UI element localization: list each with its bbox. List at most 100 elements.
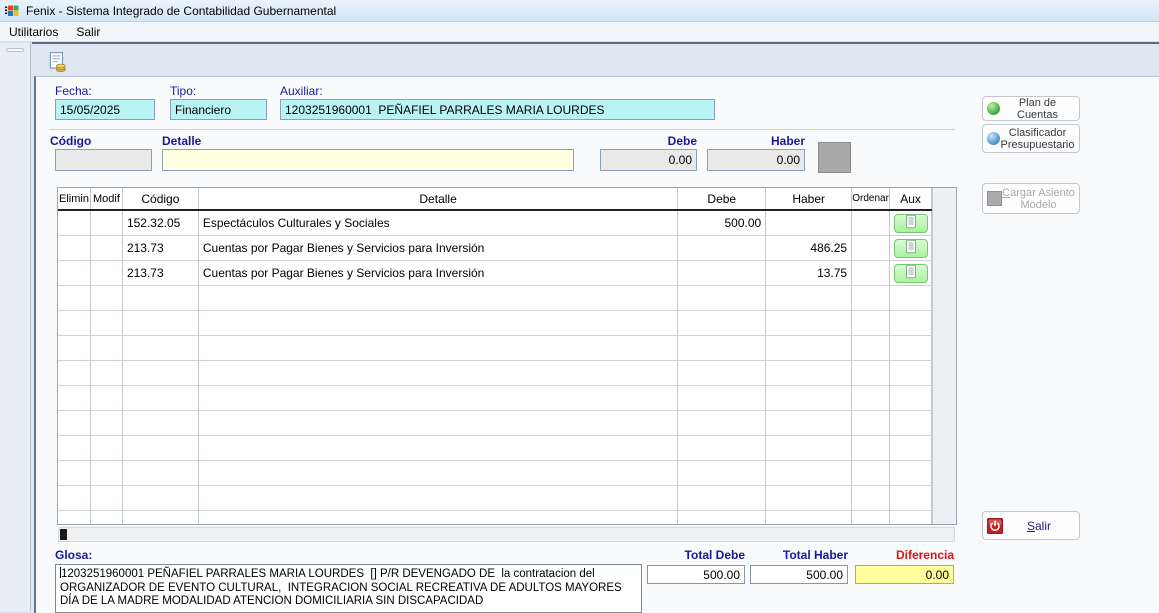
grid-horizontal-scrollbar[interactable]	[58, 527, 955, 542]
grid-cell-detalle: Cuentas por Pagar Bienes y Servicios par…	[199, 236, 678, 260]
green-sphere-icon	[987, 102, 1000, 115]
grid-cell-ordenar	[852, 286, 890, 310]
total-haber-field[interactable]	[750, 565, 848, 584]
grid-cell-haber	[766, 361, 852, 385]
aux-detail-button[interactable]	[894, 264, 928, 283]
grid-row-empty[interactable]	[58, 461, 932, 486]
grid-cell-debe	[678, 236, 766, 260]
grid-cell-modif	[91, 261, 123, 285]
grid-cell-codigo: 213.73	[123, 261, 199, 285]
salir-label: Salir	[1003, 520, 1075, 532]
grid-row-empty[interactable]	[58, 336, 932, 361]
fecha-label: Fecha:	[55, 84, 92, 98]
grid-cell-codigo: 152.32.05	[123, 211, 199, 235]
aux-doc-icon	[905, 239, 917, 257]
grid-cell-modif	[91, 386, 123, 410]
detalle-input[interactable]	[162, 149, 574, 171]
grid-header-debe[interactable]: Debe	[678, 188, 766, 209]
auxiliar-input[interactable]	[280, 99, 715, 120]
grid-cell-ordenar	[852, 236, 890, 260]
menu-bar: Utilitarios Salir	[0, 22, 1159, 42]
debe-input[interactable]	[600, 149, 697, 171]
grid-header-haber[interactable]: Haber	[766, 188, 852, 209]
haber-input[interactable]	[707, 149, 805, 171]
grid-cell-elimin	[58, 236, 91, 260]
grid-row[interactable]: 213.73Cuentas por Pagar Bienes y Servici…	[58, 236, 932, 261]
grid-cell-modif	[91, 286, 123, 310]
workspace: Fecha: Tipo: Auxiliar: Código Detalle De…	[0, 42, 1159, 611]
grid-cell-aux	[890, 236, 932, 260]
grid-cell-elimin	[58, 436, 91, 460]
grid-row-empty[interactable]	[58, 386, 932, 411]
mdi-client: Fecha: Tipo: Auxiliar: Código Detalle De…	[32, 42, 1159, 611]
grid-cell-haber	[766, 311, 852, 335]
menu-utilitarios[interactable]: Utilitarios	[0, 23, 67, 41]
diferencia-field[interactable]	[855, 565, 954, 584]
grid-cell-debe	[678, 336, 766, 360]
aux-detail-button[interactable]	[894, 239, 928, 258]
grid-cell-debe	[678, 461, 766, 485]
tipo-input[interactable]	[170, 99, 267, 120]
grid-cell-haber	[766, 436, 852, 460]
haber-label: Haber	[707, 134, 805, 148]
grid-cell-modif	[91, 461, 123, 485]
total-debe-label: Total Debe	[647, 548, 745, 562]
grid-row-empty[interactable]	[58, 486, 932, 511]
journal-entry-icon[interactable]	[46, 51, 68, 73]
grid-cell-haber	[766, 486, 852, 510]
grid-cell-detalle	[199, 436, 678, 460]
grid-row-empty[interactable]	[58, 361, 932, 386]
splitter-grip[interactable]	[6, 48, 24, 52]
grid-cell-haber: 486.25	[766, 236, 852, 260]
grid-row-empty[interactable]	[58, 436, 932, 461]
grid-header-codigo[interactable]: Código	[123, 188, 199, 209]
grid-cell-detalle	[199, 286, 678, 310]
grid-header-elimin[interactable]: Elimin	[58, 188, 91, 209]
grid-row[interactable]: 213.73Cuentas por Pagar Bienes y Servici…	[58, 261, 932, 286]
power-icon	[987, 518, 1003, 534]
salir-button[interactable]: Salir	[982, 511, 1080, 540]
grid-cell-codigo	[123, 361, 199, 385]
aux-detail-button[interactable]	[894, 214, 928, 233]
grid-cell-codigo	[123, 461, 199, 485]
total-debe-field[interactable]	[647, 565, 745, 584]
grid-cell-debe	[678, 261, 766, 285]
grid-cell-modif	[91, 411, 123, 435]
grid-cell-elimin	[58, 461, 91, 485]
scrollbar-thumb[interactable]	[60, 529, 67, 540]
grid-header-modif[interactable]: Modif	[91, 188, 123, 209]
grid-row-empty[interactable]	[58, 511, 932, 525]
grid-cell-modif	[91, 436, 123, 460]
grid-row-empty[interactable]	[58, 311, 932, 336]
grid-row[interactable]: 152.32.05Espectáculos Culturales y Socia…	[58, 211, 932, 236]
cargar-asiento-modelo-button[interactable]: Cargar Asiento Modelo	[982, 183, 1080, 214]
grid-cell-modif	[91, 336, 123, 360]
clasificador-presupuestario-button[interactable]: Clasificador Presupuestario	[982, 124, 1080, 153]
grid-cell-ordenar	[852, 411, 890, 435]
grid-cell-ordenar	[852, 311, 890, 335]
codigo-input[interactable]	[55, 149, 152, 171]
grid-header-detalle[interactable]: Detalle	[199, 188, 678, 209]
glosa-textarea[interactable]: 1203251960001 PEÑAFIEL PARRALES MARIA LO…	[55, 564, 642, 613]
diferencia-label: Diferencia	[855, 548, 954, 562]
grid-row-empty[interactable]	[58, 411, 932, 436]
grid-cell-detalle: Espectáculos Culturales y Sociales	[199, 211, 678, 235]
grid-header-aux[interactable]: Aux	[890, 188, 932, 209]
plan-de-cuentas-button[interactable]: Plan de Cuentas	[982, 96, 1080, 121]
grid-row-empty[interactable]	[58, 286, 932, 311]
clasificador-label: Clasificador Presupuestario	[1000, 127, 1075, 151]
menu-salir[interactable]: Salir	[67, 23, 109, 41]
total-haber-label: Total Haber	[750, 548, 848, 562]
grid-cell-detalle	[199, 361, 678, 385]
grid-cell-haber	[766, 411, 852, 435]
grid-cell-aux	[890, 511, 932, 525]
add-entry-button[interactable]	[818, 142, 851, 173]
fecha-input[interactable]	[55, 99, 155, 120]
grid-cell-aux	[890, 311, 932, 335]
grid-cell-debe	[678, 436, 766, 460]
grid-cell-modif	[91, 211, 123, 235]
grid-cell-codigo	[123, 486, 199, 510]
grid-cell-ordenar	[852, 436, 890, 460]
grid-vertical-scrollbar[interactable]	[932, 188, 956, 524]
grid-header-ordenar[interactable]: Ordenar	[852, 188, 890, 209]
